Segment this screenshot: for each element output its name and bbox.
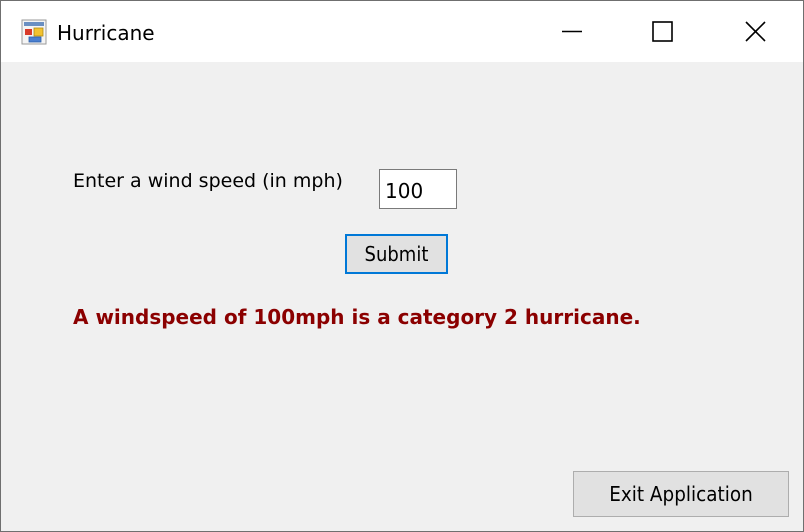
- wind-speed-label: Enter a wind speed (in mph): [73, 170, 343, 192]
- maximize-button[interactable]: [616, 1, 708, 62]
- window-title: Hurricane: [57, 21, 155, 45]
- wind-speed-input[interactable]: [379, 169, 457, 209]
- submit-button[interactable]: Submit: [345, 234, 448, 274]
- minimize-button[interactable]: [526, 1, 618, 62]
- app-form-icon: [21, 19, 47, 45]
- close-icon: [745, 21, 766, 42]
- maximize-icon: [652, 21, 673, 42]
- submit-button-label: Submit: [364, 242, 429, 266]
- exit-application-button[interactable]: Exit Application: [573, 471, 789, 517]
- title-bar[interactable]: Hurricane: [1, 1, 803, 62]
- close-button[interactable]: [710, 1, 802, 62]
- hurricane-window: Hurricane Enter a wind speed (in mph) Su…: [0, 0, 804, 532]
- minimize-icon: [562, 30, 582, 33]
- exit-button-label: Exit Application: [609, 482, 753, 506]
- result-message: A windspeed of 100mph is a category 2 hu…: [73, 305, 641, 329]
